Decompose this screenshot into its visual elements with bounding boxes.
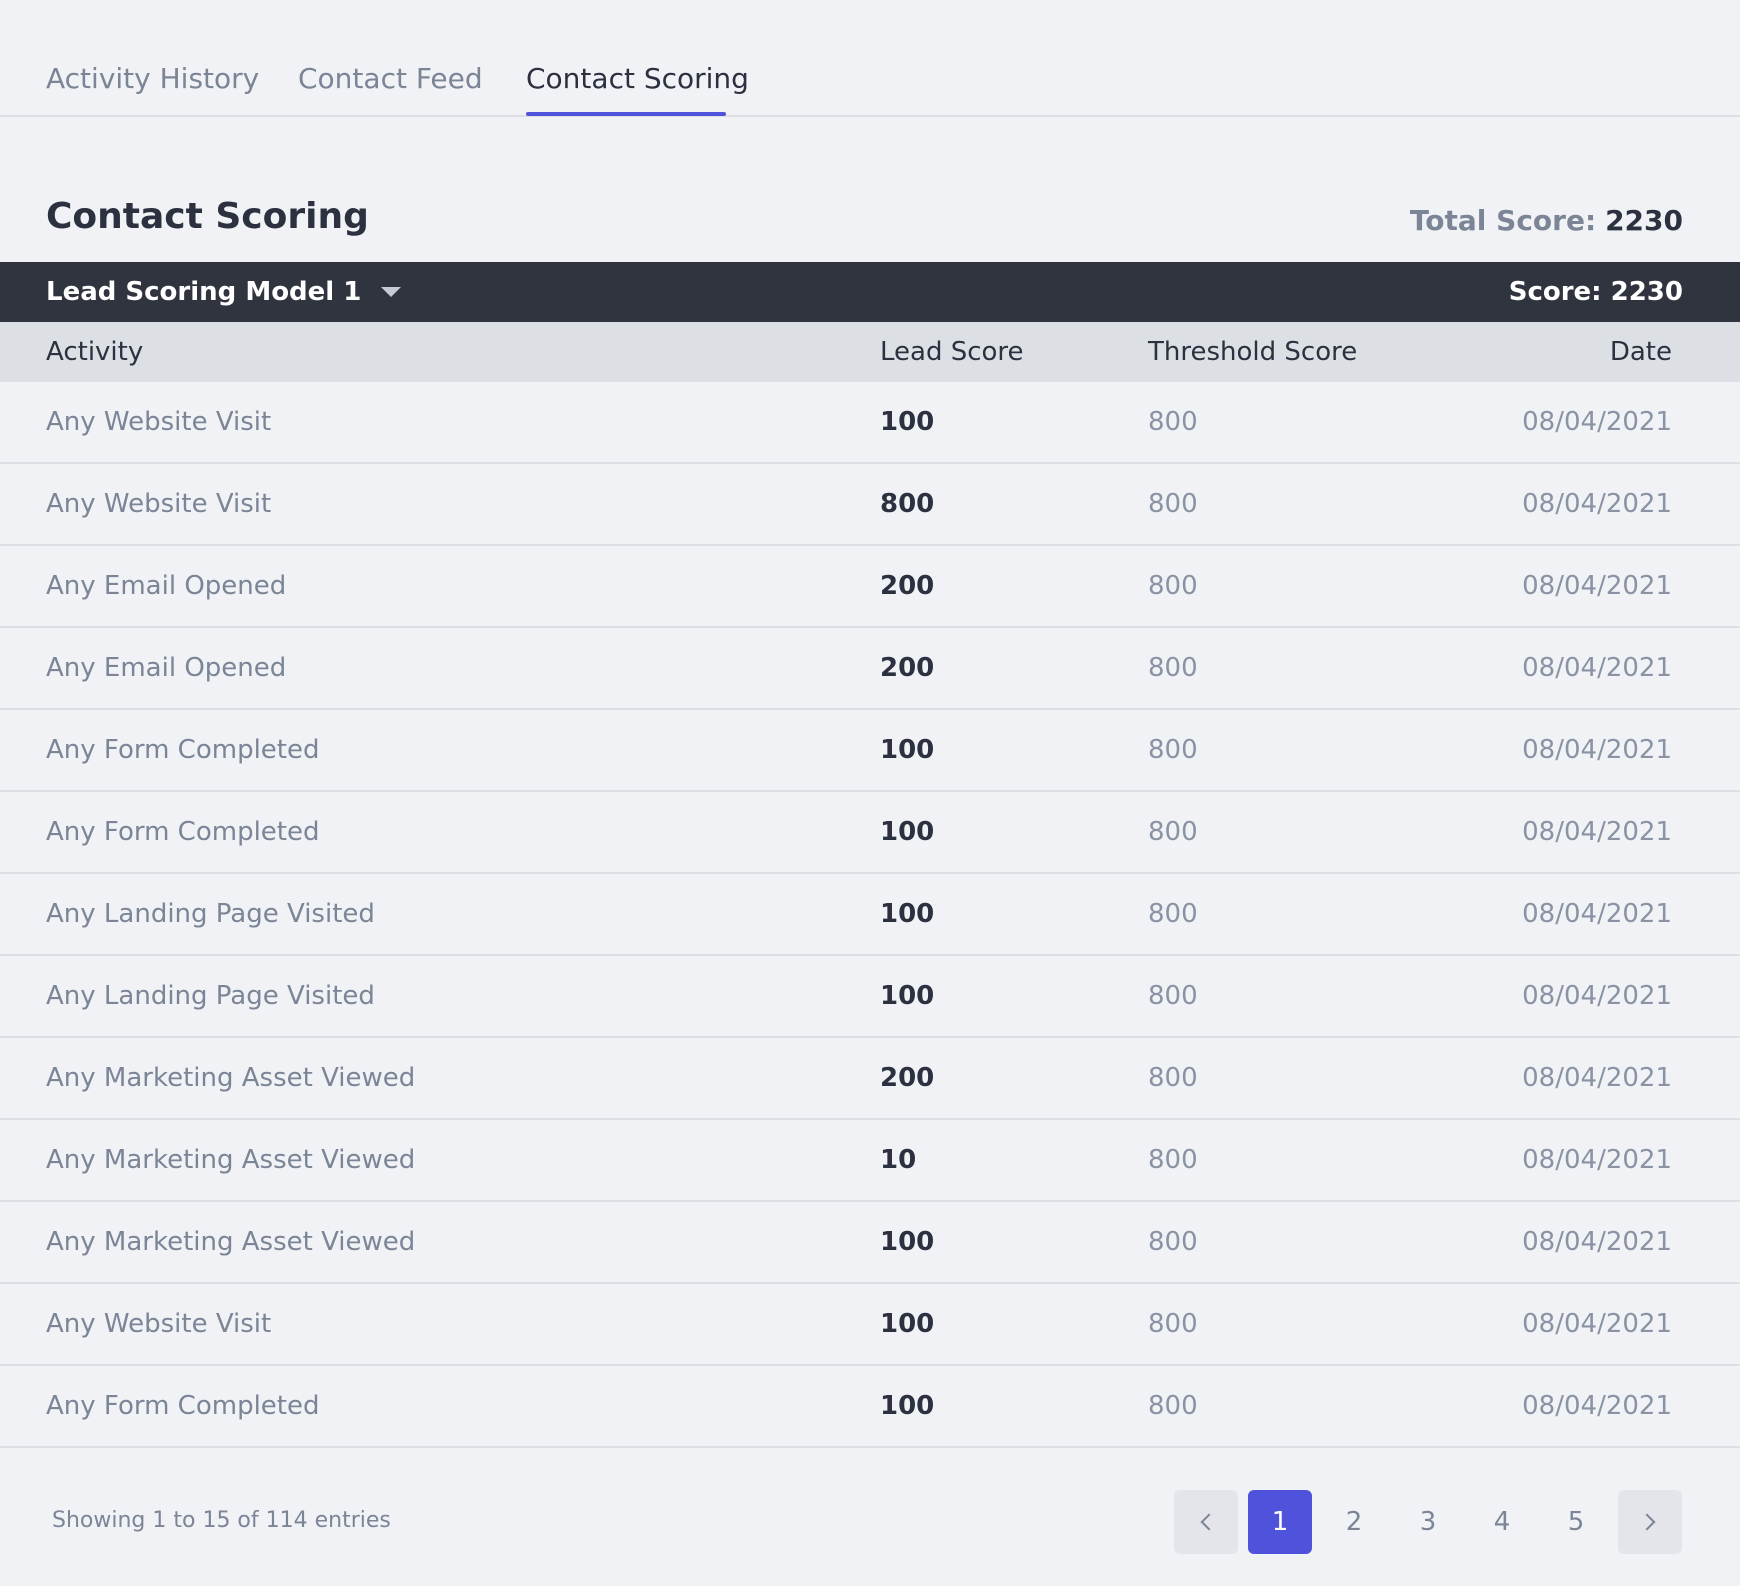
activity-cell: Any Website Visit — [46, 489, 272, 519]
page-button-5[interactable]: 5 — [1544, 1490, 1608, 1554]
table-row: Any Marketing Asset Viewed 200 800 08/04/20… — [0, 1038, 1740, 1120]
date-cell: 08/04/2021 — [1522, 1309, 1672, 1339]
date-cell: 08/04/2021 — [1522, 981, 1672, 1011]
activity-cell: Any Marketing Asset Viewed — [46, 1227, 416, 1257]
lead-score-cell: 10 — [880, 1145, 917, 1175]
activity-cell: Any Form Completed — [46, 817, 320, 847]
chevron-left-icon — [1200, 1513, 1218, 1531]
activity-cell: Any Marketing Asset Viewed — [46, 1145, 416, 1175]
lead-score-cell: 100 — [880, 899, 935, 929]
activity-cell: Any Landing Page Visited — [46, 981, 375, 1011]
lead-score-cell: 200 — [880, 571, 935, 601]
lead-score-cell: 800 — [880, 489, 935, 519]
table-row: Any Form Completed 100 800 08/04/2021 — [0, 792, 1740, 874]
date-cell: 08/04/2021 — [1522, 407, 1672, 437]
threshold-score-cell: 800 — [1148, 653, 1198, 683]
lead-score-cell: 100 — [880, 981, 935, 1011]
next-page-button[interactable] — [1618, 1490, 1682, 1554]
activity-cell: Any Email Opened — [46, 653, 287, 683]
activity-cell: Any Marketing Asset Viewed — [46, 1063, 416, 1093]
threshold-score-cell: 800 — [1148, 1145, 1198, 1175]
column-header-threshold-score: Threshold Score — [1148, 337, 1358, 367]
lead-score-cell: 100 — [880, 735, 935, 765]
column-header-date: Date — [1609, 337, 1672, 367]
date-cell: 08/04/2021 — [1522, 571, 1672, 601]
threshold-score-cell: 800 — [1148, 1391, 1198, 1421]
table-header: Activity Lead Score Threshold Score Date — [0, 322, 1740, 382]
chevron-right-icon — [1638, 1513, 1656, 1531]
activity-cell: Any Form Completed — [46, 735, 320, 765]
table-row: Any Website Visit 100 800 08/04/2021 — [0, 1284, 1740, 1366]
activity-cell: Any Website Visit — [46, 407, 272, 437]
column-header-lead-score: Lead Score — [880, 337, 1024, 367]
tab-bar: Activity History Contact Feed Contact Sc… — [0, 0, 1740, 117]
page-button-4[interactable]: 4 — [1470, 1490, 1534, 1554]
date-cell: 08/04/2021 — [1522, 817, 1672, 847]
page-button-1[interactable]: 1 — [1248, 1490, 1312, 1554]
caret-down-icon — [381, 287, 402, 297]
page-title: Contact Scoring — [46, 196, 369, 237]
date-cell: 08/04/2021 — [1522, 653, 1672, 683]
lead-score-cell: 100 — [880, 1309, 935, 1339]
date-cell: 08/04/2021 — [1522, 1145, 1672, 1175]
threshold-score-cell: 800 — [1148, 1063, 1198, 1093]
table-row: Any Landing Page Visited 100 800 08/04/2021 — [0, 874, 1740, 956]
date-cell: 08/04/2021 — [1522, 1063, 1672, 1093]
prev-page-button[interactable] — [1174, 1490, 1238, 1554]
table-row: Any Email Opened 200 800 08/04/2021 — [0, 628, 1740, 710]
tab-activity-history[interactable]: Activity History — [46, 62, 259, 95]
lead-score-cell: 100 — [880, 1391, 935, 1421]
tab-contact-feed[interactable]: Contact Feed — [298, 62, 483, 95]
table-row: Any Marketing Asset Viewed 100 800 08/04/20… — [0, 1202, 1740, 1284]
table-row: Any Email Opened 200 800 08/04/2021 — [0, 546, 1740, 628]
table-row: Any Form Completed 100 800 08/04/2021 — [0, 1366, 1740, 1448]
page-button-2[interactable]: 2 — [1322, 1490, 1386, 1554]
date-cell: 08/04/2021 — [1522, 489, 1672, 519]
table-row: Any Landing Page Visited 100 800 08/04/2021 — [0, 956, 1740, 1038]
active-tab-indicator — [526, 112, 726, 116]
threshold-score-cell: 800 — [1148, 981, 1198, 1011]
date-cell: 08/04/2021 — [1522, 1391, 1672, 1421]
threshold-score-cell: 800 — [1148, 899, 1198, 929]
total-score-value: 2230 — [1605, 204, 1683, 237]
activity-cell: Any Form Completed — [46, 1391, 320, 1421]
threshold-score-cell: 800 — [1148, 489, 1198, 519]
model-bar: Lead Scoring Model 1 Score: 2230 — [0, 262, 1740, 322]
activity-cell: Any Website Visit — [46, 1309, 272, 1339]
page-button-3[interactable]: 3 — [1396, 1490, 1460, 1554]
model-score: Score: 2230 — [1508, 277, 1683, 307]
lead-score-cell: 100 — [880, 817, 935, 847]
entries-info: Showing 1 to 15 of 114 entries — [52, 1508, 391, 1533]
model-dropdown-label: Lead Scoring Model 1 — [46, 277, 362, 307]
lead-score-cell: 200 — [880, 653, 935, 683]
table-row: Any Website Visit 100 800 08/04/2021 — [0, 382, 1740, 464]
threshold-score-cell: 800 — [1148, 1309, 1198, 1339]
activity-cell: Any Landing Page Visited — [46, 899, 375, 929]
date-cell: 08/04/2021 — [1522, 1227, 1672, 1257]
table-row: Any Marketing Asset Viewed 10 800 08/04/202… — [0, 1120, 1740, 1202]
threshold-score-cell: 800 — [1148, 817, 1198, 847]
model-dropdown[interactable]: Lead Scoring Model 1 — [46, 262, 402, 322]
total-score: Total Score: 2230 — [1410, 204, 1683, 237]
table-row: Any Website Visit 800 800 08/04/2021 — [0, 464, 1740, 546]
lead-score-cell: 200 — [880, 1063, 935, 1093]
lead-score-cell: 100 — [880, 1227, 935, 1257]
activity-cell: Any Email Opened — [46, 571, 287, 601]
total-score-label: Total Score: — [1409, 204, 1597, 237]
threshold-score-cell: 800 — [1148, 571, 1198, 601]
tab-contact-scoring[interactable]: Contact Scoring — [526, 62, 749, 95]
threshold-score-cell: 800 — [1148, 1227, 1198, 1257]
table-row: Any Form Completed 100 800 08/04/2021 — [0, 710, 1740, 792]
date-cell: 08/04/2021 — [1522, 735, 1672, 765]
column-header-activity: Activity — [46, 337, 144, 367]
lead-score-cell: 100 — [880, 407, 935, 437]
threshold-score-cell: 800 — [1148, 735, 1198, 765]
threshold-score-cell: 800 — [1148, 407, 1198, 437]
date-cell: 08/04/2021 — [1522, 899, 1672, 929]
